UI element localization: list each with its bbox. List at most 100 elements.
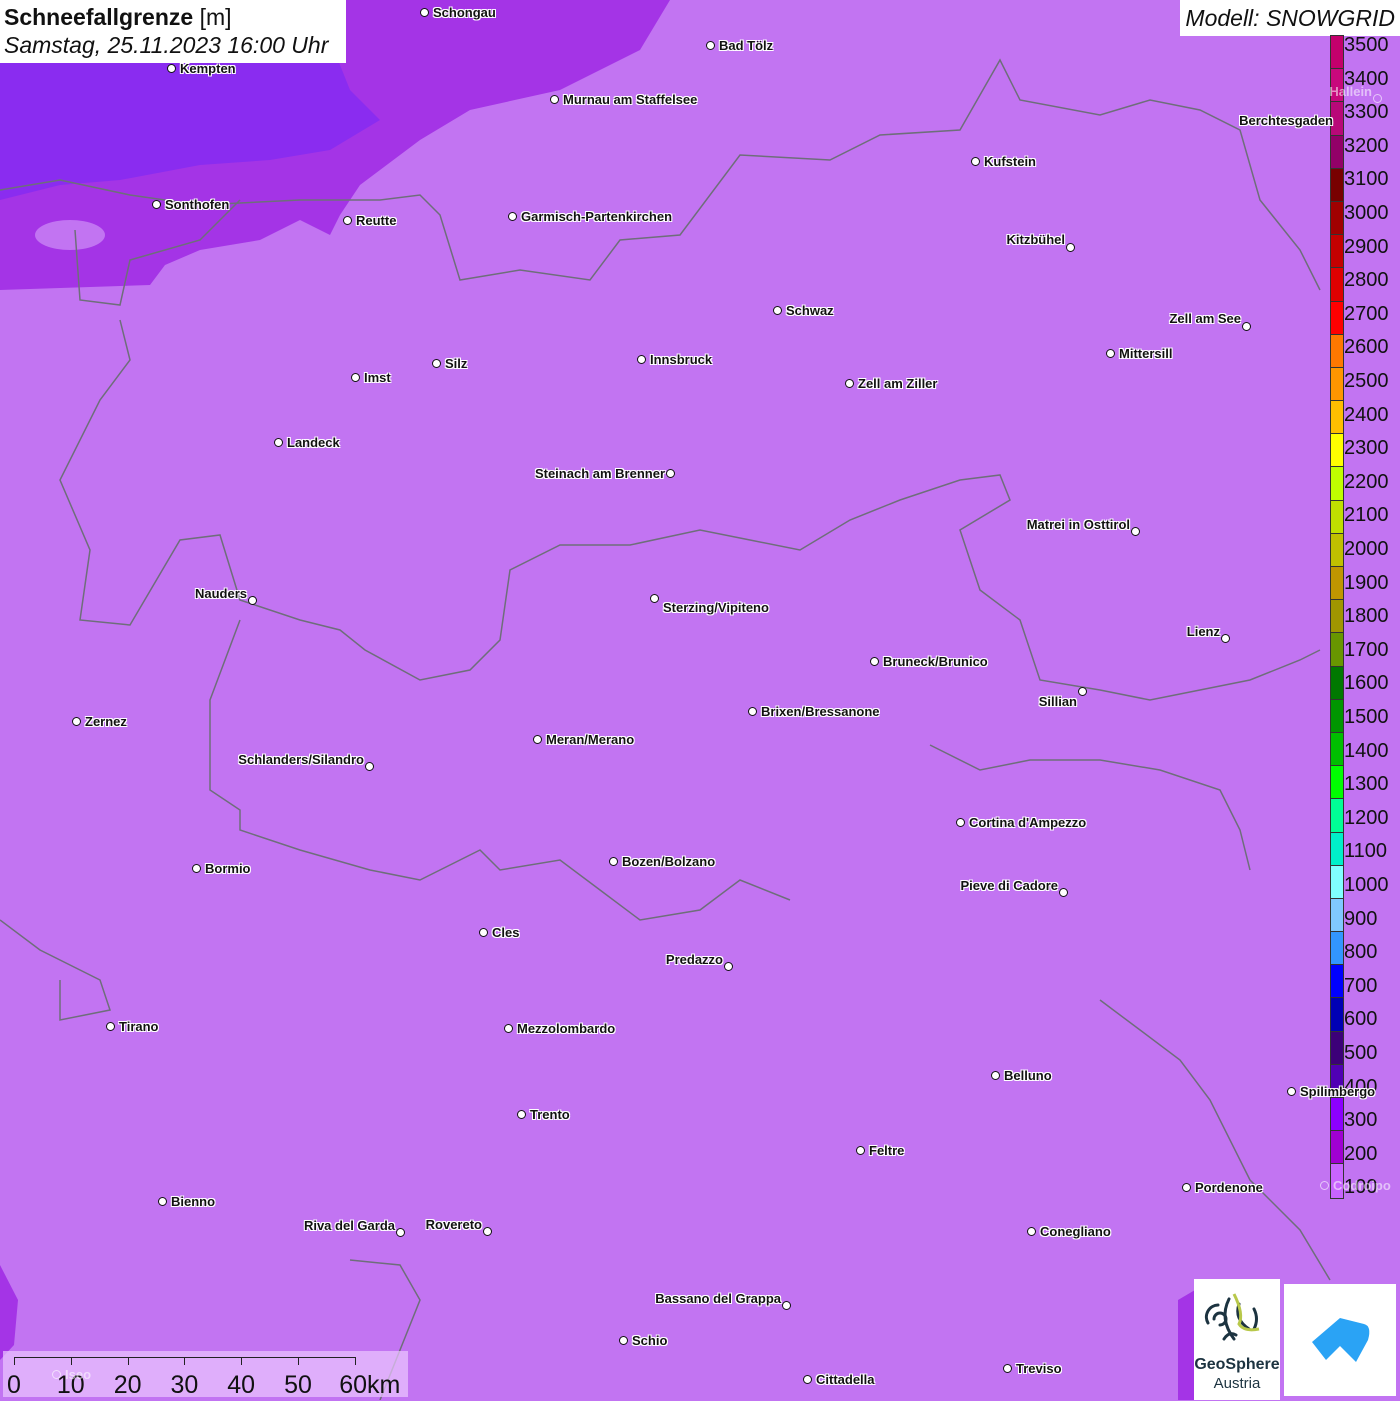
city-marker-icon: [504, 1024, 513, 1033]
legend-label: 2100: [1344, 504, 1389, 527]
city-label: Bad Tölz: [719, 38, 774, 53]
city-marker-icon: [856, 1146, 865, 1155]
geosphere-logo[interactable]: GeoSphere Austria: [1194, 1279, 1280, 1400]
legend-label: 2400: [1344, 403, 1389, 426]
legend-swatch-3200: [1331, 135, 1343, 169]
legend-label: 2600: [1344, 336, 1389, 359]
city-label: Silz: [445, 356, 468, 371]
city-marker-icon: [533, 735, 542, 744]
city-label: Pordenone: [1195, 1180, 1263, 1195]
city-marker-icon: [517, 1110, 526, 1119]
city-marker-icon: [192, 864, 201, 873]
legend-label: 1400: [1344, 739, 1389, 762]
title-box: Schneefallgrenze [m] Samstag, 25.11.2023…: [0, 0, 346, 63]
city-label: Mittersill: [1119, 346, 1173, 361]
city-marker-icon: [1242, 322, 1251, 331]
city-marker-icon: [274, 438, 283, 447]
model-label: Modell: SNOWGRID: [1180, 0, 1400, 36]
city-label: Schlanders/Silandro: [238, 752, 364, 767]
legend-label: 300: [1344, 1109, 1378, 1132]
mountain-cloud-icon: [1312, 1318, 1370, 1362]
scale-label: 30: [170, 1371, 199, 1399]
legend-swatch-2700: [1331, 301, 1343, 335]
city-marker-icon: [483, 1227, 492, 1236]
legend-label: 2300: [1344, 437, 1389, 460]
legend-label: 3500: [1344, 34, 1389, 56]
legend-label: 3300: [1344, 101, 1389, 124]
scale-tick: [127, 1357, 129, 1365]
legend-swatch-1400: [1331, 732, 1343, 767]
legend-swatch-2400: [1331, 401, 1343, 435]
city-marker-icon: [1287, 1087, 1296, 1096]
city-label: Belluno: [1004, 1068, 1052, 1083]
city-marker-icon: [803, 1375, 812, 1384]
city-label: Sterzing/Vipiteno: [663, 600, 769, 615]
city-marker-icon: [106, 1022, 115, 1031]
city-label: Steinach am Brenner: [534, 466, 665, 481]
legend-swatch-800: [1331, 932, 1343, 966]
city-label: Codroipo: [1333, 1178, 1391, 1193]
legend-swatch-2800: [1331, 268, 1343, 302]
city-marker-icon: [248, 596, 257, 605]
city-label: Zell am See: [1169, 311, 1241, 326]
city-marker-icon: [479, 928, 488, 937]
city-label: Bormio: [205, 861, 251, 876]
scale-label: 50: [284, 1371, 312, 1399]
snowline-band-200-se: [1178, 1290, 1195, 1400]
city-marker-icon: [773, 306, 782, 315]
city-label: Nauders: [194, 586, 247, 601]
legend-label: 1700: [1344, 638, 1389, 661]
city-label: Lienz: [1186, 624, 1220, 639]
geosphere-country: Austria: [1213, 1375, 1261, 1392]
legend-swatch-2300: [1331, 434, 1343, 468]
city-label: Zell am Ziller: [858, 376, 938, 391]
city-marker-icon: [1027, 1227, 1036, 1236]
city-marker-icon: [508, 212, 517, 221]
city-label: Bassano del Grappa: [655, 1291, 781, 1306]
city-label: Bozen/Bolzano: [622, 854, 716, 869]
legend-swatch-1000: [1331, 865, 1343, 899]
legend-label: 1200: [1344, 806, 1389, 829]
city-marker-icon: [396, 1228, 405, 1237]
city-label: Sonthofen: [165, 197, 230, 212]
scale-tick: [241, 1357, 243, 1365]
color-legend: [1330, 35, 1344, 1199]
geosphere-logo-icon: [1204, 1293, 1260, 1341]
city-label: Brixen/Bressanone: [761, 704, 880, 719]
city-label: Riva del Garda: [303, 1218, 395, 1233]
legend-swatch-1500: [1331, 699, 1343, 733]
legend-swatch-3100: [1331, 168, 1343, 202]
legend-swatch-300: [1331, 1098, 1343, 1132]
legend-swatch-2500: [1331, 367, 1343, 402]
city-label: Sillian: [1038, 694, 1077, 709]
city-marker-icon: [1066, 243, 1075, 252]
city-label: Imst: [364, 370, 391, 385]
city-label: Treviso: [1016, 1361, 1062, 1376]
city-marker-icon: [432, 359, 441, 368]
city-marker-icon: [609, 857, 618, 866]
city-label: Garmisch-Partenkirchen: [521, 209, 673, 224]
scale-tick: [354, 1357, 356, 1365]
city-label: Schongau: [433, 5, 496, 20]
legend-swatch-500: [1331, 1031, 1343, 1065]
city-marker-icon: [666, 469, 675, 478]
legend-label: 2200: [1344, 470, 1389, 493]
legend-label: 2500: [1344, 370, 1389, 392]
legend-swatch-600: [1331, 998, 1343, 1032]
city-label: Cittadella: [816, 1372, 875, 1387]
legend-swatch-700: [1331, 965, 1343, 999]
legend-swatch-1600: [1331, 666, 1343, 700]
weather-app-logo[interactable]: [1284, 1284, 1396, 1396]
city-label: Schwaz: [786, 303, 834, 318]
city-label: Kitzbühel: [1006, 232, 1066, 247]
city-marker-icon: [782, 1301, 791, 1310]
legend-swatch-1300: [1331, 766, 1343, 800]
city-label: Kempten: [180, 61, 236, 76]
city-label: Predazzo: [665, 952, 723, 967]
legend-swatch-2000: [1331, 533, 1343, 567]
legend-label: 900: [1344, 907, 1378, 930]
legend-label: 2800: [1344, 269, 1389, 292]
geosphere-name: GeoSphere: [1194, 1356, 1280, 1373]
city-marker-icon: [1131, 527, 1140, 536]
legend-swatch-2200: [1331, 467, 1343, 501]
